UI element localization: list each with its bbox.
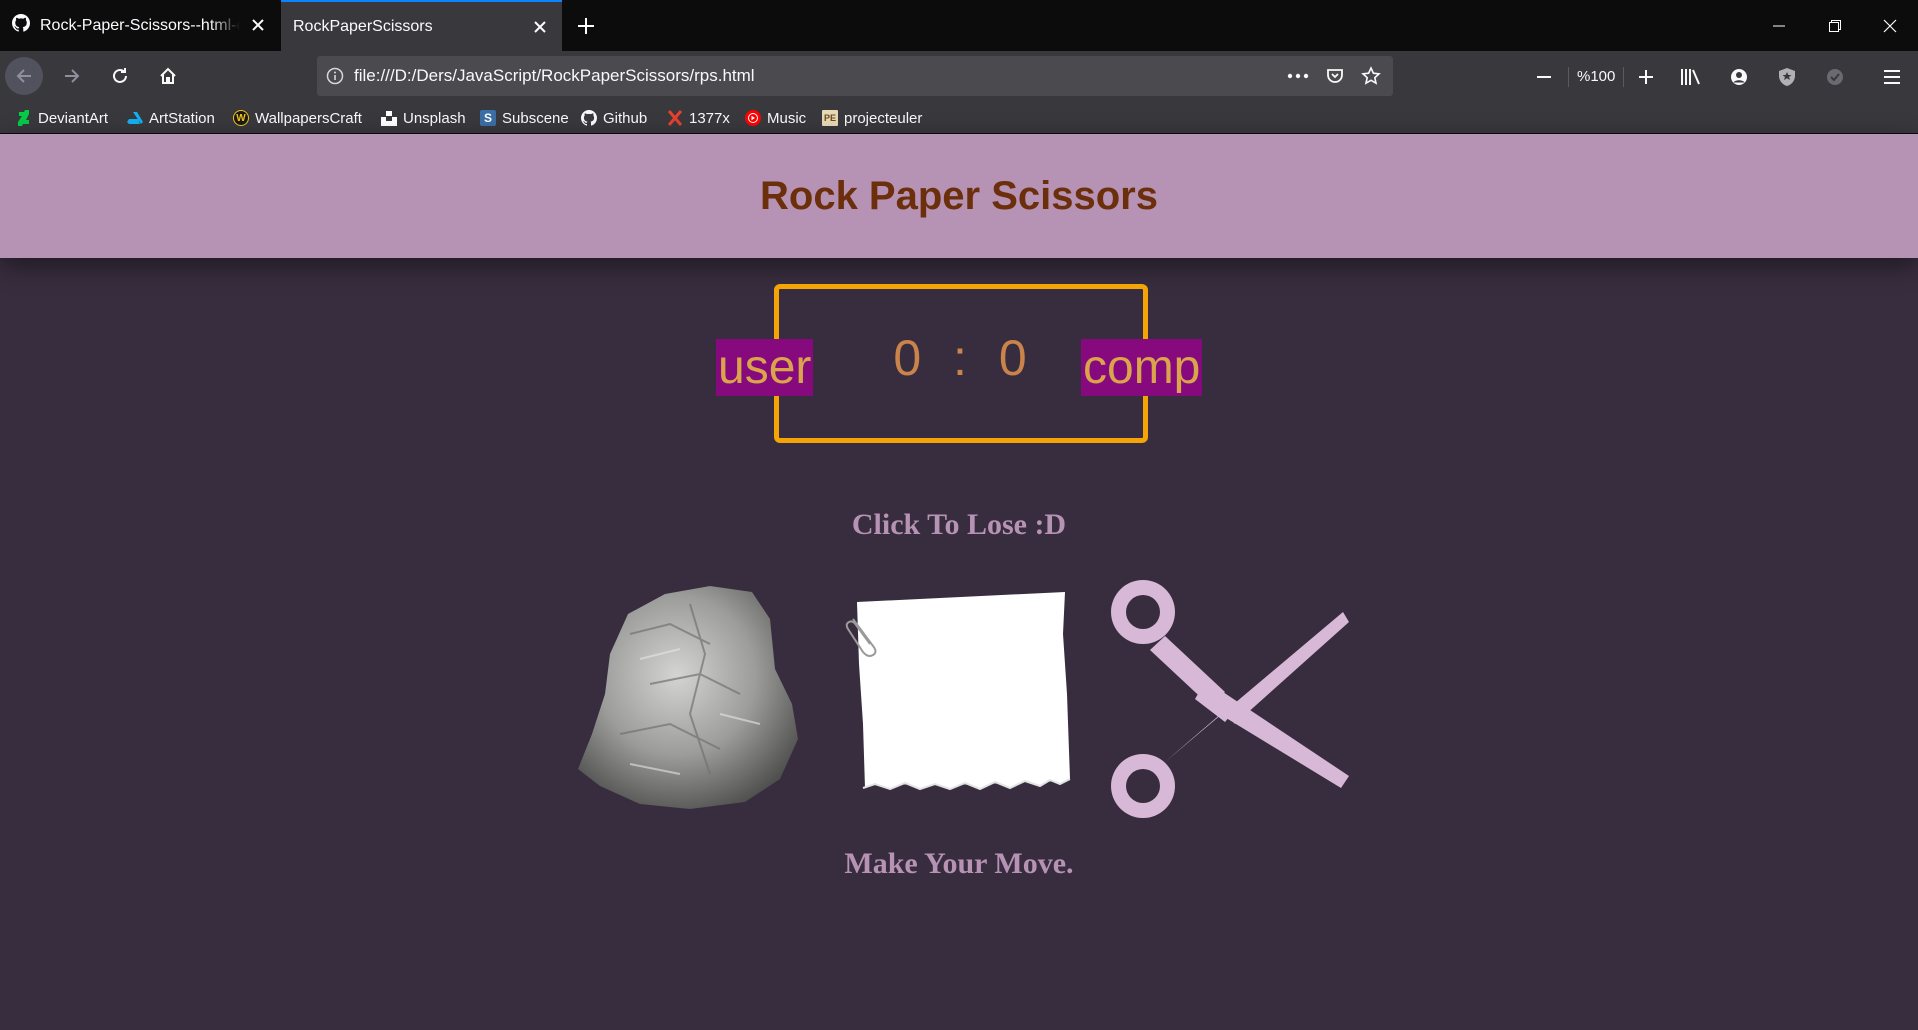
- wallpaperscraft-icon: W: [233, 110, 249, 126]
- minimize-icon[interactable]: [1751, 0, 1807, 51]
- result-message: Click To Lose :D: [851, 508, 1067, 541]
- 1377x-icon: [667, 110, 683, 126]
- rock-icon: [578, 586, 798, 809]
- bookmark-label: 1377x: [689, 109, 730, 127]
- bookmark-label: Subscene: [502, 109, 569, 127]
- paper-icon: [845, 592, 1071, 791]
- unsplash-icon: [381, 110, 397, 126]
- zoom-out-icon[interactable]: [1532, 65, 1556, 89]
- scissors-choice[interactable]: [1105, 574, 1355, 824]
- bookmark-label: Music: [767, 109, 807, 127]
- bookmark-1377x[interactable]: 1377x: [667, 107, 730, 129]
- account-icon[interactable]: [1727, 65, 1751, 89]
- url-text: file:///D:/Ders/JavaScript/RockPaperScis…: [354, 66, 755, 85]
- comp-score: 0: [998, 330, 1029, 386]
- menu-icon[interactable]: [1880, 65, 1904, 89]
- bookmark-deviantart[interactable]: DeviantArt: [16, 107, 108, 129]
- github-icon: [581, 110, 597, 126]
- bookmark-unsplash[interactable]: Unsplash: [381, 107, 466, 129]
- close-tab-icon[interactable]: [248, 15, 268, 35]
- bookmark-subscene[interactable]: S Subscene: [480, 107, 569, 129]
- bookmark-star-icon[interactable]: [1360, 65, 1382, 87]
- zoom-in-icon[interactable]: [1634, 65, 1658, 89]
- bookmark-label: Unsplash: [403, 109, 466, 127]
- bookmark-label: ArtStation: [149, 109, 215, 127]
- user-score: 0: [893, 330, 924, 386]
- tab-title: RockPaperScissors: [293, 17, 433, 35]
- user-badge: user: [716, 339, 814, 396]
- paper-choice[interactable]: [845, 574, 1085, 824]
- extension-check-icon[interactable]: [1823, 65, 1847, 89]
- bookmarks-toolbar: DeviantArt ArtStation W WallpapersCraft …: [0, 102, 1918, 134]
- pocket-icon[interactable]: [1324, 65, 1346, 87]
- bookmark-label: Github: [603, 109, 648, 127]
- rock-choice[interactable]: [570, 574, 820, 824]
- info-icon[interactable]: [325, 66, 345, 86]
- close-window-icon[interactable]: [1862, 0, 1918, 51]
- page-header: Rock Paper Scissors: [0, 134, 1918, 258]
- reload-icon[interactable]: [101, 57, 139, 95]
- bookmark-music[interactable]: Music: [745, 107, 806, 129]
- bookmark-artstation[interactable]: ArtStation: [127, 107, 215, 129]
- page-title: Rock Paper Scissors: [760, 173, 1158, 218]
- forward-icon[interactable]: [53, 57, 91, 95]
- tab-bar: Rock-Paper-Scissors--html-css-js RockPap…: [0, 0, 1918, 51]
- deviantart-icon: [16, 110, 32, 126]
- subscene-icon: S: [480, 110, 496, 126]
- address-bar[interactable]: file:///D:/Ders/JavaScript/RockPaperScis…: [317, 56, 1393, 96]
- navigation-toolbar: file:///D:/Ders/JavaScript/RockPaperScis…: [0, 51, 1918, 102]
- tab-rockpaperscissors[interactable]: RockPaperScissors: [281, 0, 562, 51]
- tab-title: Rock-Paper-Scissors--html-css-js: [40, 16, 240, 34]
- new-tab-button[interactable]: [572, 12, 600, 40]
- comp-badge: comp: [1081, 339, 1203, 396]
- home-icon[interactable]: [149, 57, 187, 95]
- github-icon: [12, 14, 31, 37]
- tab-github[interactable]: Rock-Paper-Scissors--html-css-js: [0, 0, 280, 51]
- shield-icon[interactable]: [1775, 65, 1799, 89]
- scissors-icon: [1111, 580, 1349, 818]
- bookmark-wallpaperscraft[interactable]: W WallpapersCraft: [233, 107, 362, 129]
- artstation-icon: [127, 110, 143, 126]
- page-actions-icon[interactable]: [1287, 65, 1309, 87]
- action-message: Make Your Move.: [844, 847, 1074, 880]
- bookmark-label: projecteuler: [844, 109, 923, 127]
- restore-icon[interactable]: [1807, 0, 1863, 51]
- youtube-music-icon: [745, 110, 761, 126]
- choices: [0, 574, 1918, 834]
- library-icon[interactable]: [1679, 65, 1703, 89]
- page-content: Rock Paper Scissors 0 : 0 user comp Clic…: [0, 134, 1918, 1030]
- projecteuler-icon: PE: [822, 110, 838, 126]
- back-icon[interactable]: [5, 57, 43, 95]
- score-separator: :: [953, 330, 969, 386]
- bookmark-projecteuler[interactable]: PE projecteuler: [822, 107, 922, 129]
- bookmark-github[interactable]: Github: [581, 107, 647, 129]
- bookmark-label: DeviantArt: [38, 109, 109, 127]
- close-tab-icon[interactable]: [530, 17, 550, 37]
- zoom-level[interactable]: %100: [1568, 67, 1625, 87]
- bookmark-label: WallpapersCraft: [255, 109, 362, 127]
